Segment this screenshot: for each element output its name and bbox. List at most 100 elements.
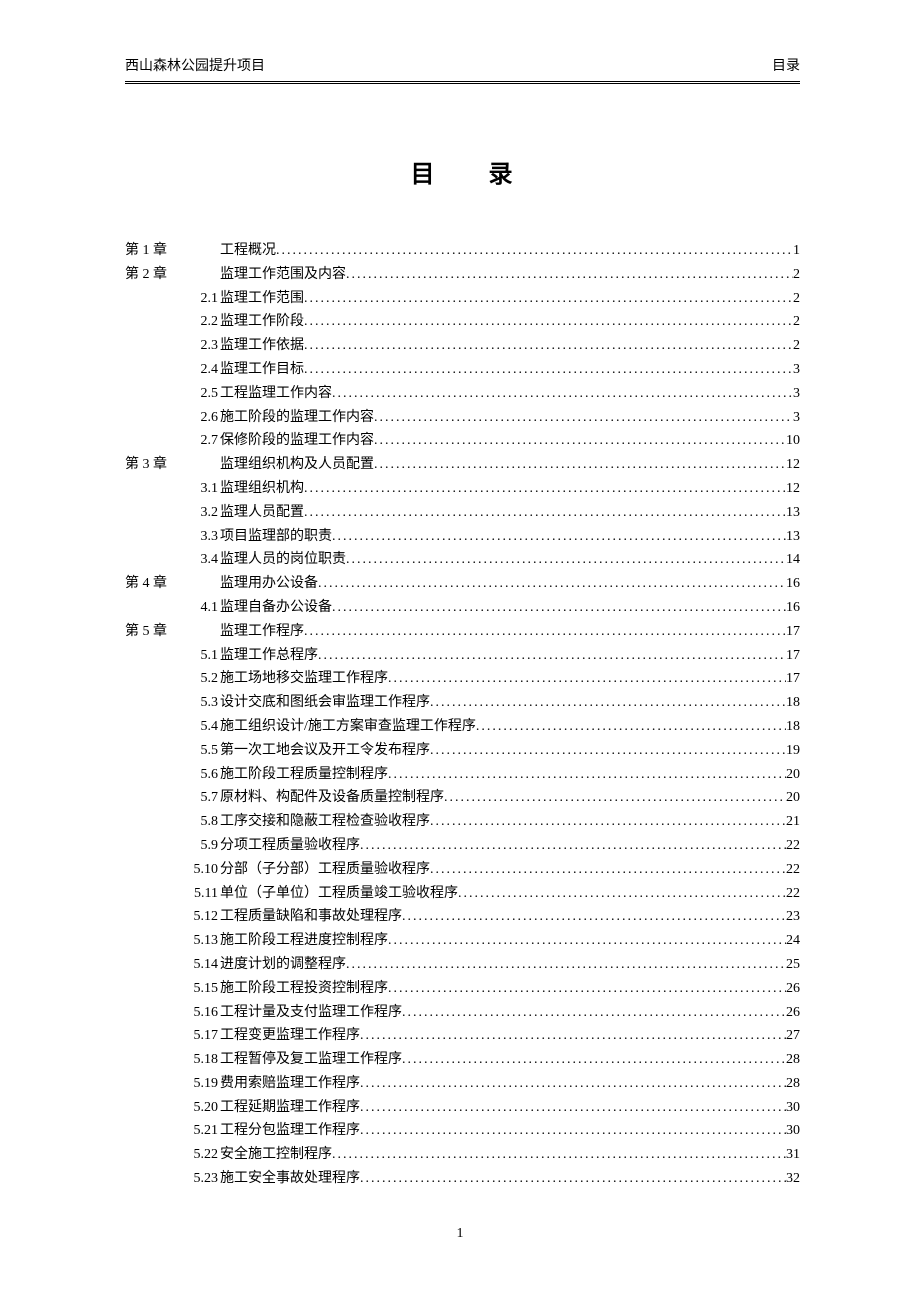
toc-entry: 5.10分部（子分部）工程质量验收程序22 [125,858,800,882]
toc-label: 第 2 章 [125,263,220,287]
toc-label: 5.20 [125,1096,220,1120]
toc-label: 2.5 [125,382,220,406]
toc-page-number: 28 [786,1072,800,1096]
toc-title: 分部（子分部）工程质量验收程序 [220,858,430,882]
toc-title: 监理工作程序 [220,620,304,644]
toc-label: 5.7 [125,786,220,810]
toc-label: 5.22 [125,1143,220,1167]
toc-entry: 5.7原材料、构配件及设备质量控制程序20 [125,786,800,810]
page-header: 西山森林公园提升项目 目录 [125,55,800,81]
toc-page-number: 13 [786,525,800,549]
toc-entry: 5.23施工安全事故处理程序32 [125,1167,800,1191]
toc-label: 第 5 章 [125,620,220,644]
toc-label: 5.16 [125,1001,220,1025]
toc-page-number: 3 [793,358,800,382]
toc-label: 5.3 [125,691,220,715]
toc-leader-dots [346,953,786,977]
toc-title: 费用索赔监理工作程序 [220,1072,360,1096]
toc-entry: 5.17工程变更监理工作程序27 [125,1024,800,1048]
toc-leader-dots [346,263,793,287]
toc-leader-dots [304,310,793,334]
toc-leader-dots [374,453,786,477]
toc-title: 监理组织机构 [220,477,304,501]
toc-entry: 2.1监理工作范围2 [125,287,800,311]
toc-entry: 3.3项目监理部的职责13 [125,525,800,549]
toc-label: 3.4 [125,548,220,572]
toc-title: 工程监理工作内容 [220,382,332,406]
toc-page-number: 28 [786,1048,800,1072]
toc-title: 施工阶段工程投资控制程序 [220,977,388,1001]
toc-entry: 5.19费用索赔监理工作程序28 [125,1072,800,1096]
toc-leader-dots [360,834,786,858]
toc-title: 监理组织机构及人员配置 [220,453,374,477]
toc-leader-dots [458,882,786,906]
header-left-text: 西山森林公园提升项目 [125,55,265,75]
toc-label: 3.1 [125,477,220,501]
toc-page-number: 13 [786,501,800,525]
toc-title: 分项工程质量验收程序 [220,834,360,858]
toc-title: 工程质量缺陷和事故处理程序 [220,905,402,929]
toc-page-number: 17 [786,620,800,644]
toc-title: 施工组织设计/施工方案审查监理工作程序 [220,715,476,739]
toc-leader-dots [476,715,786,739]
toc-title: 保修阶段的监理工作内容 [220,429,374,453]
toc-leader-dots [444,786,786,810]
toc-label: 5.14 [125,953,220,977]
toc-entry: 5.16工程计量及支付监理工作程序 26 [125,1001,800,1025]
toc-title: 监理工作总程序 [220,644,318,668]
toc-page-number: 16 [786,572,800,596]
toc-title: 工程计量及支付监理工作程序 [220,1001,402,1025]
toc-entry: 5.22安全施工控制程序31 [125,1143,800,1167]
toc-title: 监理用办公设备 [220,572,318,596]
toc-entry: 2.2监理工作阶段2 [125,310,800,334]
toc-label: 5.21 [125,1119,220,1143]
toc-entry: 2.5工程监理工作内容 3 [125,382,800,406]
toc-label: 5.17 [125,1024,220,1048]
toc-page-number: 20 [786,786,800,810]
toc-title: 第一次工地会议及开工令发布程序 [220,739,430,763]
toc-leader-dots [360,1119,786,1143]
toc-title: 监理自备办公设备 [220,596,332,620]
toc-entry: 3.1监理组织机构12 [125,477,800,501]
toc-label: 3.2 [125,501,220,525]
toc-label: 5.8 [125,810,220,834]
toc-page-number: 2 [793,310,800,334]
toc-entry: 4.1监理自备办公设备16 [125,596,800,620]
toc-page-number: 31 [786,1143,800,1167]
toc-label: 2.4 [125,358,220,382]
toc-leader-dots [332,382,793,406]
toc-leader-dots [388,763,786,787]
toc-page-number: 16 [786,596,800,620]
toc-title: 设计交底和图纸会审监理工作程序 [220,691,430,715]
toc-page-number: 18 [786,691,800,715]
toc-entry: 5.20工程延期监理工作程序30 [125,1096,800,1120]
toc-page-number: 3 [793,382,800,406]
toc-title: 监理工作范围及内容 [220,263,346,287]
toc-page-number: 26 [786,1001,800,1025]
toc-leader-dots [360,1072,786,1096]
toc-label: 5.2 [125,667,220,691]
toc-title: 施工场地移交监理工作程序 [220,667,388,691]
toc-entry: 5.6施工阶段工程质量控制程序20 [125,763,800,787]
toc-label: 5.11 [125,882,220,906]
toc-label: 5.13 [125,929,220,953]
toc-entry: 5.4施工组织设计/施工方案审查监理工作程序18 [125,715,800,739]
toc-page-number: 27 [786,1024,800,1048]
toc-entry: 2.7保修阶段的监理工作内容10 [125,429,800,453]
toc-title: 监理工作阶段 [220,310,304,334]
toc-leader-dots [388,977,786,1001]
toc-page-number: 18 [786,715,800,739]
toc-label: 第 4 章 [125,572,220,596]
toc-title: 单位（子单位）工程质量竣工验收程序 [220,882,458,906]
toc-label: 5.6 [125,763,220,787]
toc-page-number: 25 [786,953,800,977]
toc-entry: 第 4 章监理用办公设备 16 [125,572,800,596]
toc-entry: 5.13施工阶段工程进度控制程序24 [125,929,800,953]
toc-label: 3.3 [125,525,220,549]
toc-leader-dots [402,1048,786,1072]
toc-leader-dots [276,239,793,263]
toc-page-number: 10 [786,429,800,453]
toc-page-number: 12 [786,453,800,477]
toc-page-number: 20 [786,763,800,787]
toc-page-number: 32 [786,1167,800,1191]
